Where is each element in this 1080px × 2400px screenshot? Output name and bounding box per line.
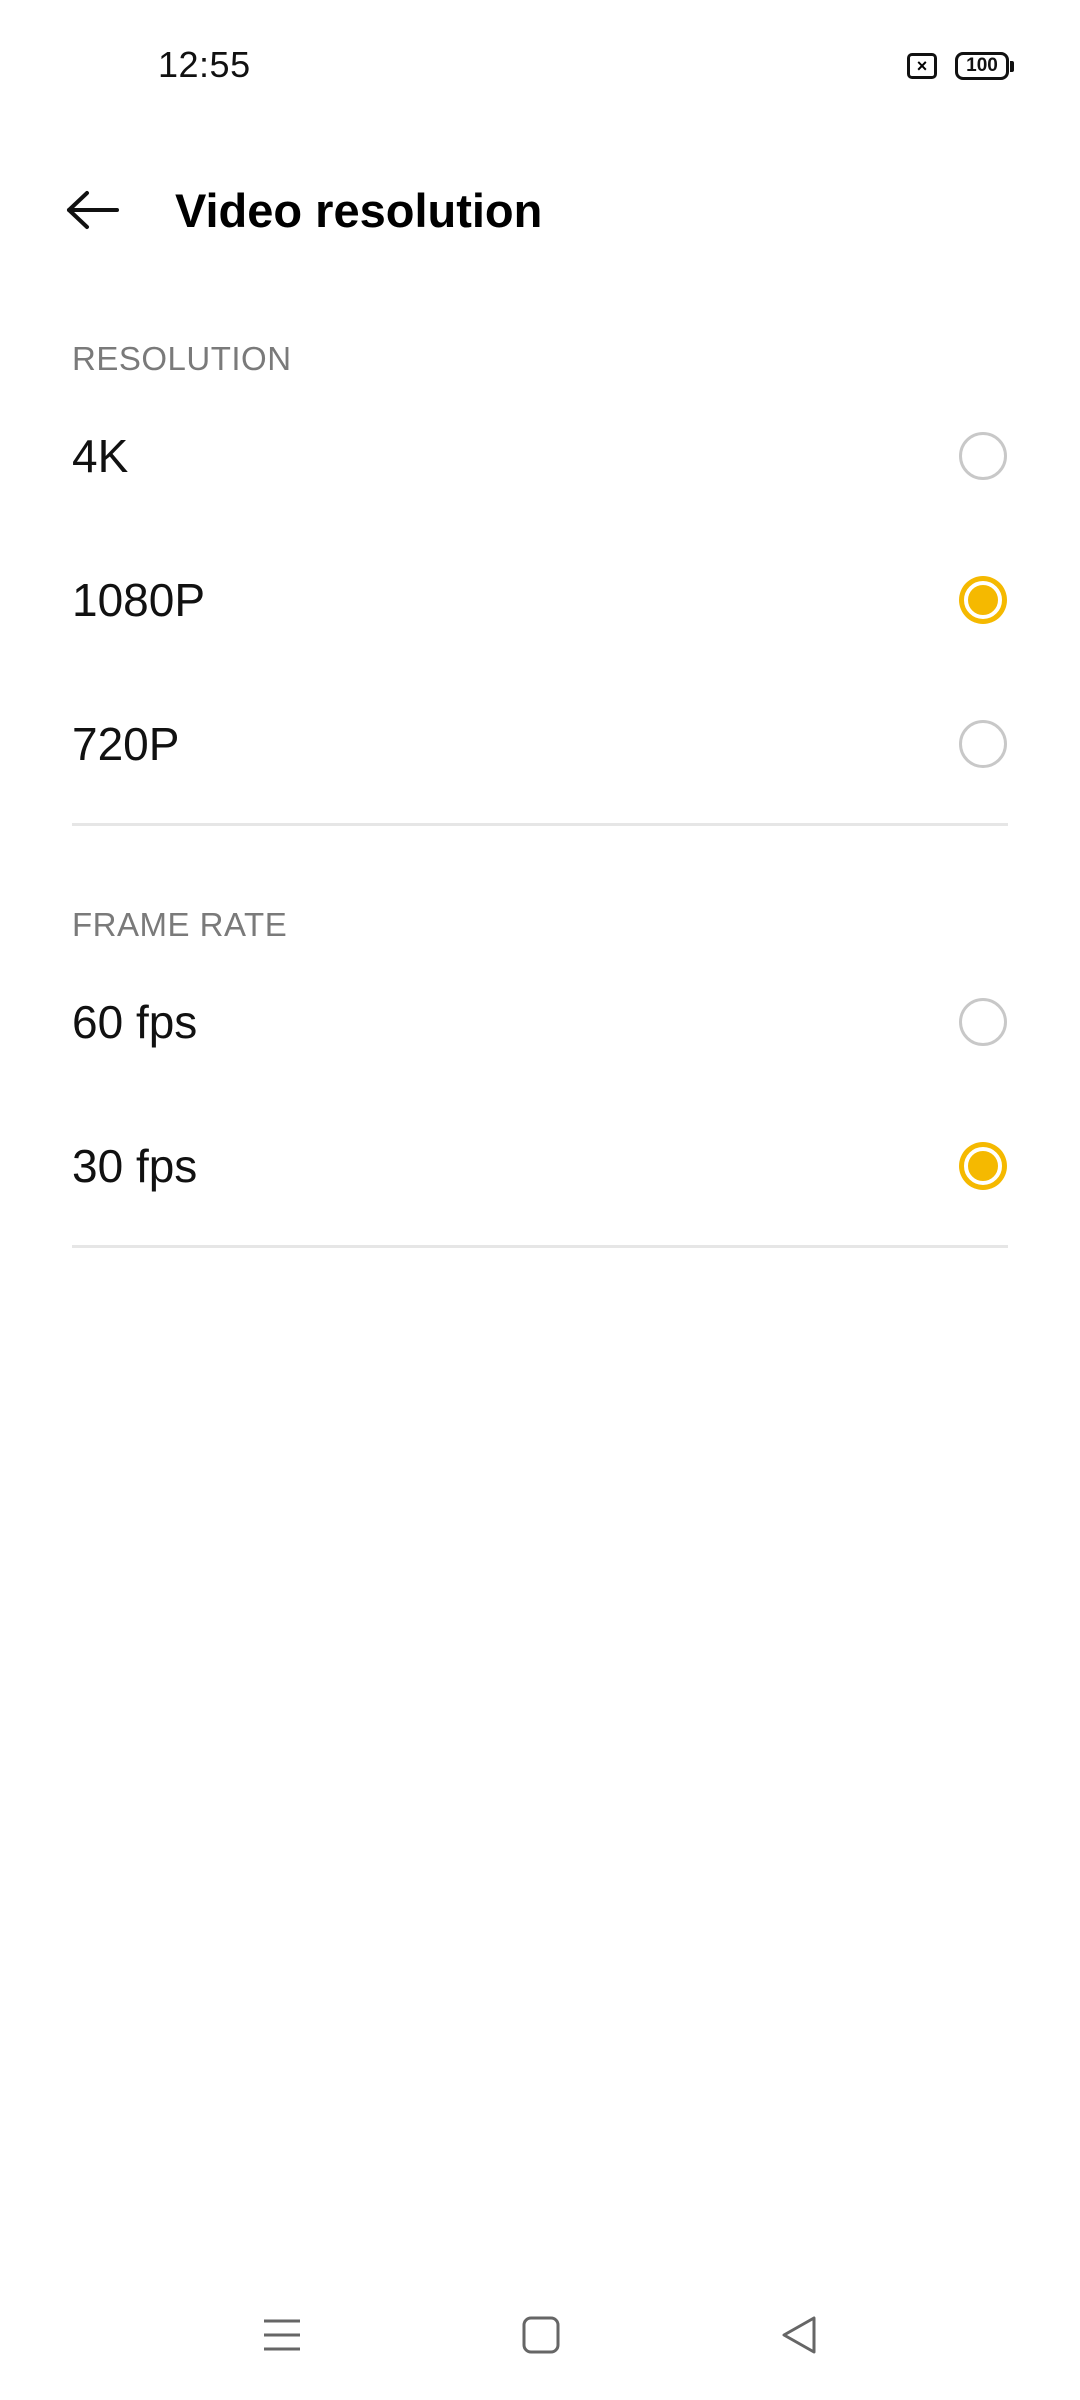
battery-icon: 100 bbox=[955, 52, 1014, 80]
battery-level: 100 bbox=[955, 52, 1009, 80]
radio-inner-dot bbox=[964, 581, 1002, 619]
option-30fps[interactable]: 30 fps bbox=[0, 1094, 1080, 1238]
option-label: 4K bbox=[72, 430, 129, 482]
battery-tip bbox=[1010, 60, 1014, 72]
page-title: Video resolution bbox=[175, 184, 543, 237]
radio-inner-dot bbox=[964, 1147, 1002, 1185]
divider bbox=[72, 823, 1008, 826]
option-label: 60 fps bbox=[72, 996, 198, 1048]
radio-button-unselected[interactable] bbox=[959, 432, 1007, 480]
sim-x-icon: × bbox=[907, 53, 937, 79]
option-label: 30 fps bbox=[72, 1140, 198, 1192]
triangle-back-icon bbox=[782, 2316, 816, 2354]
radio-button-unselected[interactable] bbox=[959, 998, 1007, 1046]
arrow-left-icon bbox=[67, 191, 119, 229]
option-720p[interactable]: 720P bbox=[0, 672, 1080, 816]
menu-lines-icon bbox=[264, 2319, 300, 2351]
radio-button-selected[interactable] bbox=[959, 1142, 1007, 1190]
nav-back-button[interactable] bbox=[765, 2300, 835, 2370]
option-label: 1080P bbox=[72, 574, 206, 626]
back-button[interactable] bbox=[60, 180, 126, 240]
radio-button-unselected[interactable] bbox=[959, 720, 1007, 768]
section-header-resolution: RESOLUTION bbox=[72, 340, 292, 377]
status-bar: 12:55 × 100 bbox=[0, 0, 1080, 140]
option-4k[interactable]: 4K bbox=[0, 384, 1080, 528]
recents-button[interactable] bbox=[247, 2300, 317, 2370]
status-icons: × 100 bbox=[907, 52, 1014, 80]
system-nav-bar bbox=[0, 2270, 1080, 2400]
home-button[interactable] bbox=[506, 2300, 576, 2370]
section-header-frame-rate: FRAME RATE bbox=[72, 906, 288, 943]
radio-button-selected[interactable] bbox=[959, 576, 1007, 624]
option-label: 720P bbox=[72, 718, 180, 770]
square-home-icon bbox=[522, 2316, 560, 2354]
status-time: 12:55 bbox=[158, 44, 251, 85]
option-1080p[interactable]: 1080P bbox=[0, 528, 1080, 672]
divider bbox=[72, 1245, 1008, 1248]
app-header: Video resolution bbox=[0, 150, 1080, 270]
option-60fps[interactable]: 60 fps bbox=[0, 950, 1080, 1094]
